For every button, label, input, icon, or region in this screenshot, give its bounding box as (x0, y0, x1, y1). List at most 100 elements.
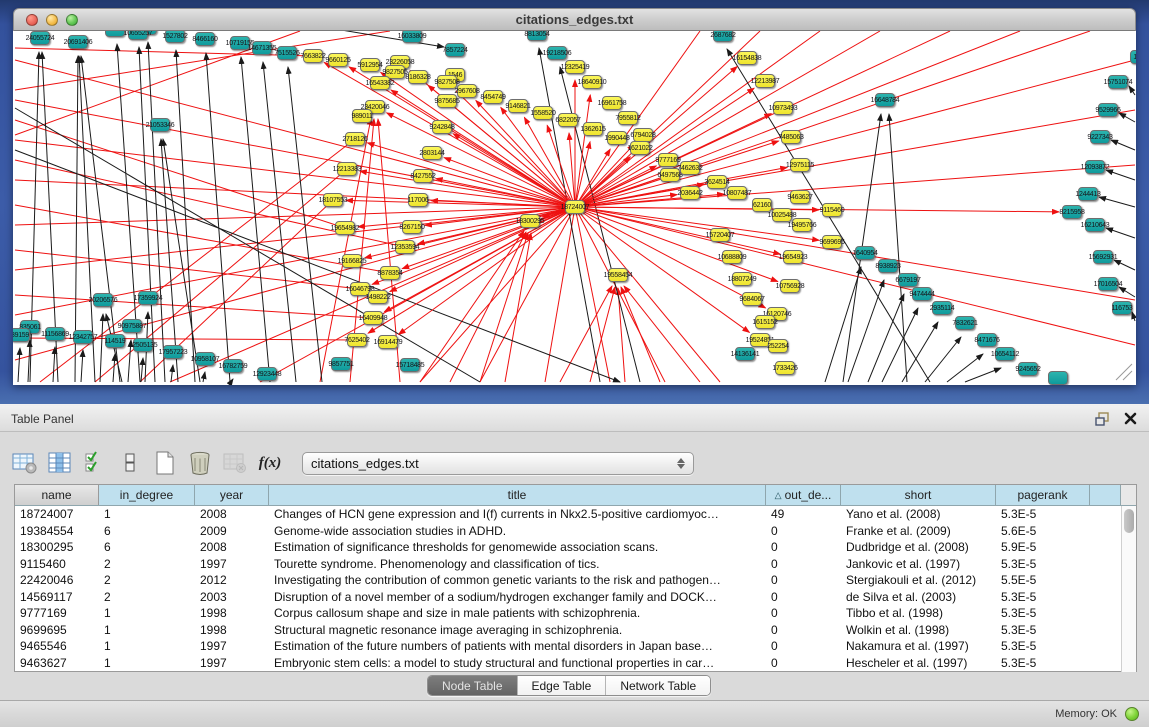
table-cell[interactable]: 22420046 (15, 572, 99, 589)
network-node[interactable]: 9242848 (432, 120, 452, 134)
network-node[interactable]: 12213383 (337, 162, 357, 176)
network-node[interactable]: 7857224 (445, 43, 465, 57)
network-node[interactable]: 8938923 (878, 259, 898, 273)
table-cell[interactable]: 6 (99, 523, 195, 540)
table-cell[interactable]: 1997 (195, 655, 269, 672)
network-node[interactable]: 7955812 (618, 111, 638, 125)
table-cell[interactable]: 0 (766, 523, 841, 540)
network-node[interactable]: 7485063 (781, 130, 801, 144)
table-cell[interactable]: 14569117 (15, 589, 99, 606)
network-window-titlebar[interactable]: citations_edges.txt (13, 8, 1136, 31)
network-node[interactable]: 9875685 (437, 94, 457, 108)
network-node[interactable]: 114519 (105, 334, 125, 348)
network-node[interactable]: 10025488 (772, 208, 792, 222)
network-node[interactable] (1048, 371, 1068, 385)
network-node[interactable]: 8878354 (380, 266, 400, 280)
network-node[interactable]: 252254 (768, 339, 788, 353)
select-all-icon[interactable] (78, 446, 112, 480)
column-header-title[interactable]: title (269, 485, 766, 505)
network-node[interactable]: 5912954 (360, 58, 380, 72)
network-node[interactable]: 12923448 (257, 367, 277, 381)
network-node[interactable]: 90975887 (122, 319, 142, 333)
network-node[interactable]: 39159 (13, 328, 30, 342)
network-node[interactable]: 7462632 (680, 161, 700, 175)
network-node[interactable]: 2803144 (422, 146, 442, 160)
table-cell[interactable]: 0 (766, 605, 841, 622)
table-cell[interactable]: 5.3E-5 (996, 622, 1090, 639)
network-node[interactable]: 16914479 (378, 335, 398, 349)
network-node[interactable]: 12505135 (133, 338, 153, 352)
network-node[interactable]: 12213987 (755, 74, 775, 88)
network-node[interactable]: 19166825 (342, 254, 362, 268)
network-node[interactable]: 24055724 (30, 31, 50, 45)
table-cell[interactable]: 1 (99, 638, 195, 655)
network-node[interactable]: 19654982 (335, 221, 355, 235)
table-selector-dropdown[interactable]: citations_edges.txt (302, 452, 694, 475)
network-node[interactable]: 2935114 (932, 301, 952, 315)
memory-ok-indicator-icon[interactable] (1125, 707, 1139, 721)
table-cell[interactable]: 2 (99, 556, 195, 573)
network-node[interactable]: 1244413 (1078, 187, 1098, 201)
network-node[interactable]: 11156869 (45, 327, 65, 341)
new-table-icon[interactable] (148, 446, 182, 480)
network-node[interactable]: 21053346 (150, 118, 170, 132)
table-cell[interactable]: 18724007 (15, 506, 99, 523)
table-cell[interactable]: 0 (766, 622, 841, 639)
column-header-year[interactable]: year (195, 485, 269, 505)
table-cell[interactable]: Jankovic et al. (1997) (841, 556, 996, 573)
network-canvas[interactable]: 2405572420691406106552571527802846616010… (13, 31, 1136, 385)
table-cell[interactable]: 0 (766, 556, 841, 573)
table-cell[interactable]: 9699695 (15, 622, 99, 639)
network-node[interactable]: 9857751 (331, 357, 351, 371)
table-cell[interactable]: Disruption of a novel member of a sodium… (269, 589, 766, 606)
network-node[interactable]: 20206576 (93, 293, 113, 307)
table-cell[interactable]: 9463627 (15, 655, 99, 672)
network-node[interactable]: 7663822 (303, 49, 323, 63)
network-node[interactable]: 18107553 (323, 193, 343, 207)
network-node[interactable]: 14671355 (252, 41, 272, 55)
network-node[interactable]: 2718126 (345, 132, 365, 146)
network-node[interactable]: 3624514 (707, 175, 727, 189)
network-node[interactable] (105, 31, 125, 37)
network-node[interactable]: 9227343 (1090, 130, 1110, 144)
table-cell[interactable]: Estimation of the future numbers of pati… (269, 638, 766, 655)
table-cell[interactable]: Franke et al. (2009) (841, 523, 996, 540)
network-node[interactable]: 18640910 (582, 75, 602, 89)
network-node[interactable]: 1990448 (607, 131, 627, 145)
table-cell[interactable]: 2008 (195, 506, 269, 523)
network-node[interactable]: 8813054 (527, 31, 547, 41)
network-node[interactable]: 9115460 (822, 203, 842, 217)
network-node[interactable]: 7832621 (955, 316, 975, 330)
table-cell[interactable]: 18300295 (15, 539, 99, 556)
table-cell[interactable]: Genome-wide association studies in ADHD. (269, 523, 766, 540)
table-cell[interactable]: 5.3E-5 (996, 605, 1090, 622)
table-cell[interactable]: Changes of HCN gene expression and I(f) … (269, 506, 766, 523)
table-cell[interactable]: Hescheler et al. (1997) (841, 655, 996, 672)
close-panel-icon[interactable] (1121, 411, 1139, 427)
table-cell[interactable]: 0 (766, 572, 841, 589)
network-node[interactable]: 17016504 (1098, 277, 1118, 291)
network-node[interactable]: 9777169 (658, 153, 678, 167)
network-node[interactable]: 18807249 (732, 272, 752, 286)
table-cell[interactable]: de Silva et al. (2003) (841, 589, 996, 606)
column-header-out_de[interactable]: △out_de... (766, 485, 841, 505)
network-node[interactable]: 9146821 (508, 99, 528, 113)
table-cell[interactable]: 1998 (195, 605, 269, 622)
network-node[interactable]: 19495766 (792, 218, 812, 232)
network-node[interactable]: 10688809 (722, 250, 742, 264)
network-node[interactable]: 8186328 (408, 70, 428, 84)
table-cell[interactable]: Investigating the contribution of common… (269, 572, 766, 589)
network-node[interactable]: 62160 (752, 198, 772, 212)
table-cell[interactable]: 1 (99, 506, 195, 523)
table-cell[interactable]: 1 (99, 655, 195, 672)
table-cell[interactable]: Nakamura et al. (1997) (841, 638, 996, 655)
table-cell[interactable]: Tourette syndrome. Phenomenology and cla… (269, 556, 766, 573)
network-node[interactable]: 2687682 (713, 31, 733, 42)
table-cell[interactable]: 1 (99, 622, 195, 639)
table-cell[interactable]: 0 (766, 655, 841, 672)
network-node[interactable]: 8215958 (1062, 205, 1082, 219)
network-node[interactable]: 12093872 (1085, 160, 1105, 174)
table-cell[interactable]: 9115460 (15, 556, 99, 573)
network-hub-node[interactable]: 18724007 (565, 200, 585, 214)
network-node[interactable]: 15751074 (1108, 75, 1128, 89)
